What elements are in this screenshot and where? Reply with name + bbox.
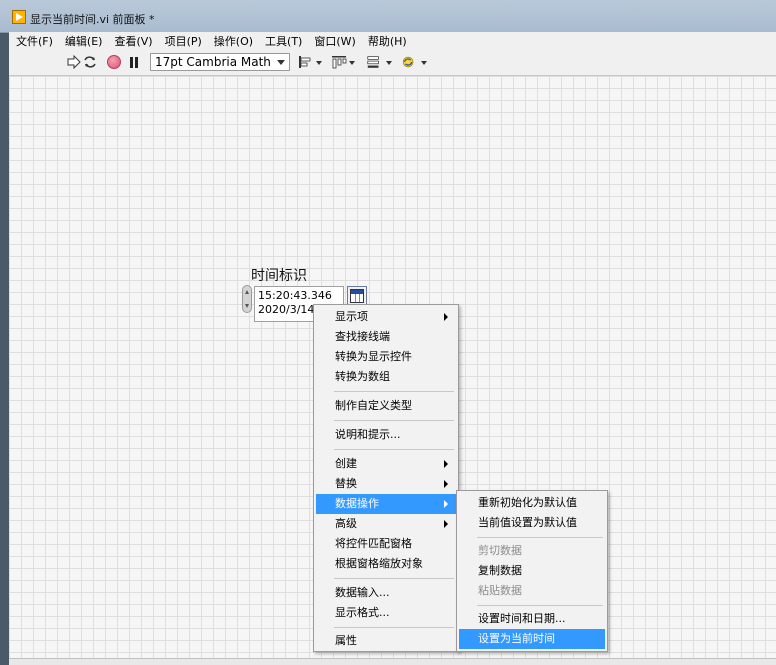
menu-item-data-operations[interactable]: 数据操作	[316, 494, 456, 514]
align-objects-icon[interactable]	[298, 53, 322, 71]
window-title: 显示当前时间.vi 前面板 *	[30, 13, 155, 26]
reorder-icon[interactable]	[401, 53, 427, 71]
menu-item-advanced[interactable]: 高级	[316, 514, 456, 534]
font-select[interactable]: 17pt Cambria Math	[150, 53, 290, 71]
submenu-item-cut-data: 剪切数据	[478, 544, 522, 557]
submenu-arrow-icon	[444, 313, 448, 321]
menu-item-create[interactable]: 创建	[316, 454, 456, 474]
pause-icon[interactable]	[126, 53, 142, 71]
data-operations-submenu: 重新初始化为默认值 当前值设置为默认值 剪切数据 复制数据 粘贴数据 设置时间和…	[456, 490, 608, 652]
menu-item-properties[interactable]: 属性	[316, 631, 456, 651]
abort-icon[interactable]	[105, 53, 123, 71]
menu-project[interactable]: 项目(P)	[158, 33, 207, 49]
submenu-arrow-icon	[444, 480, 448, 488]
increment-decrement-icon[interactable]	[242, 285, 252, 313]
chevron-down-icon	[277, 60, 285, 65]
menu-item-find-terminal[interactable]: 查找接线端	[316, 327, 456, 347]
title-bar: 显示当前时间.vi 前面板 *	[0, 0, 776, 33]
menu-item-data-entry[interactable]: 数据输入...	[316, 583, 456, 603]
submenu-item-set-time-date[interactable]: 设置时间和日期...	[459, 609, 605, 629]
menu-item-change-to-indicator[interactable]: 转换为显示控件	[316, 347, 456, 367]
submenu-item-copy-data[interactable]: 复制数据	[459, 561, 605, 581]
menu-edit[interactable]: 编辑(E)	[58, 33, 108, 49]
context-menu: 显示项 查找接线端 转换为显示控件 转换为数组 制作自定义类型 说明和提示...…	[313, 304, 459, 652]
menu-item-display-format[interactable]: 显示格式...	[316, 603, 456, 623]
run-arrow-icon[interactable]	[66, 53, 82, 71]
submenu-arrow-icon	[444, 500, 448, 508]
submenu-item-make-default[interactable]: 当前值设置为默认值	[459, 513, 605, 533]
menu-item-description-tip[interactable]: 说明和提示...	[316, 425, 456, 445]
menu-operate[interactable]: 操作(O)	[207, 33, 258, 49]
submenu-item-reinit-default[interactable]: 重新初始化为默认值	[459, 493, 605, 513]
menu-view[interactable]: 查看(V)	[107, 33, 157, 49]
menu-file[interactable]: 文件(F)	[9, 33, 58, 49]
menu-window[interactable]: 窗口(W)	[307, 33, 360, 49]
submenu-item-set-current-time[interactable]: 设置为当前时间	[459, 629, 605, 649]
menu-item-scale-with-pane[interactable]: 根据窗格缩放对象	[316, 554, 456, 574]
menu-help[interactable]: 帮助(H)	[361, 33, 412, 49]
menu-tools[interactable]: 工具(T)	[258, 33, 307, 49]
submenu-item-paste-data: 粘贴数据	[478, 584, 522, 597]
timestamp-time: 15:20:43.346	[258, 289, 332, 302]
labview-vi-icon	[12, 10, 26, 24]
menu-item-replace[interactable]: 替换	[316, 474, 456, 494]
submenu-arrow-icon	[444, 520, 448, 528]
distribute-objects-icon[interactable]	[331, 53, 355, 71]
menu-item-fit-control-to-pane[interactable]: 将控件匹配窗格	[316, 534, 456, 554]
menu-item-make-type-def[interactable]: 制作自定义类型	[316, 396, 456, 416]
menu-item-visible-items[interactable]: 显示项	[316, 307, 456, 327]
menu-bar: 文件(F) 编辑(E) 查看(V) 项目(P) 操作(O) 工具(T) 窗口(W…	[9, 32, 776, 49]
control-label: 时间标识	[251, 268, 307, 284]
run-continuously-icon[interactable]	[81, 53, 99, 71]
resize-objects-icon[interactable]	[366, 53, 392, 71]
submenu-arrow-icon	[444, 460, 448, 468]
calendar-icon[interactable]	[347, 286, 367, 306]
toolbar: 17pt Cambria Math	[9, 49, 776, 76]
menu-item-change-to-array[interactable]: 转换为数组	[316, 367, 456, 387]
